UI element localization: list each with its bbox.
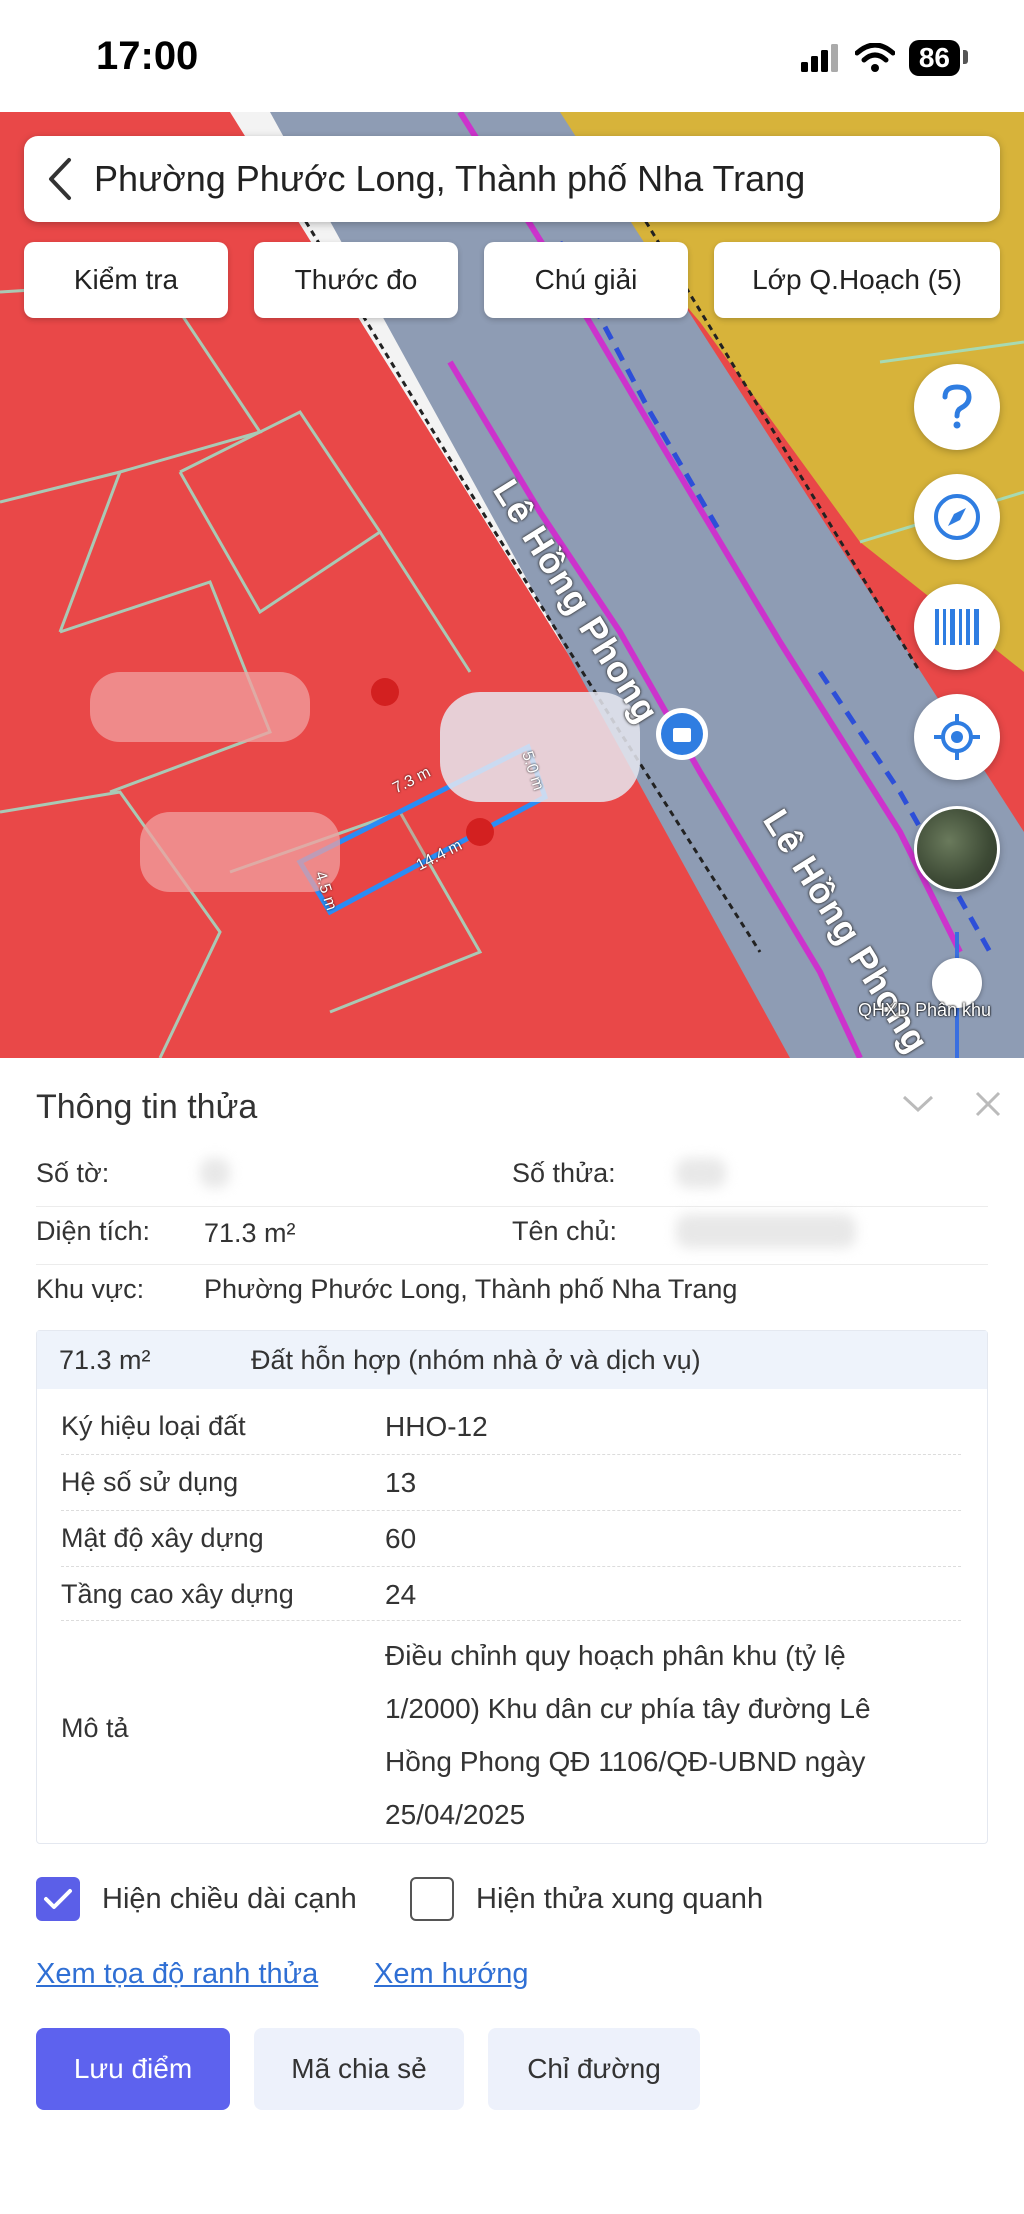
show-edges-checkbox[interactable]	[36, 1877, 80, 1921]
close-icon	[975, 1091, 1001, 1117]
compass-icon	[934, 494, 980, 540]
area-label: Diện tích:	[36, 1216, 151, 1246]
location-search-bar[interactable]: Phường Phước Long, Thành phố Nha Trang	[24, 136, 1000, 222]
row-value: 13	[385, 1467, 417, 1498]
save-point-button[interactable]: Lưu điểm	[36, 2028, 230, 2110]
area-value: 71.3 m²	[204, 1218, 296, 1248]
show-edges-option[interactable]: Hiện chiều dài cạnh	[36, 1874, 357, 1924]
signal-icon	[800, 44, 838, 72]
description-line: Hồng Phong QĐ 1106/QĐ-UBND ngày	[385, 1746, 866, 1777]
row-label: Mật độ xây dựng	[61, 1523, 264, 1553]
region-value: Phường Phước Long, Thành phố Nha Trang	[204, 1274, 738, 1304]
description-line: 25/04/2025	[385, 1799, 526, 1830]
question-icon	[942, 384, 972, 429]
view-boundary-coords-link[interactable]: Xem tọa độ ranh thửa	[36, 1958, 318, 1991]
land-use-table: 71.3 m² Đất hỗn hợp (nhóm nhà ở và dịch …	[36, 1330, 988, 1844]
compass-button[interactable]	[914, 474, 1000, 560]
description-value: Điều chỉnh quy hoạch phân khu (tỷ lệ 1/2…	[385, 1629, 955, 1841]
description-line: 1/2000) Khu dân cư phía tây đường Lê	[385, 1693, 871, 1724]
row-label: Tầng cao xây dựng	[61, 1579, 294, 1609]
table-row: Mật độ xây dựng 60	[61, 1511, 961, 1567]
parcel-info-panel: Thông tin thửa Số tờ: Số thửa: Diện tích…	[0, 1058, 1024, 2214]
show-neighbors-label: Hiện thửa xung quanh	[476, 1882, 764, 1915]
ruler-button[interactable]: Thước đo	[254, 242, 458, 318]
table-row: Mô tả Điều chỉnh quy hoạch phân khu (tỷ …	[61, 1621, 961, 1841]
sheet-number-value-redacted	[200, 1158, 230, 1188]
my-location-button[interactable]	[914, 694, 1000, 780]
wifi-icon	[854, 43, 895, 72]
description-line: Điều chỉnh quy hoạch phân khu (tỷ lệ	[385, 1640, 846, 1671]
land-type: Đất hỗn hợp (nhóm nhà ở và dịch vụ)	[251, 1345, 701, 1375]
share-code-button[interactable]: Mã chia sẻ	[254, 2028, 464, 2110]
parcel-number-value-redacted	[676, 1158, 726, 1188]
directions-button[interactable]: Chỉ đường	[488, 2028, 700, 2110]
divider	[36, 1206, 988, 1207]
crosshair-icon	[934, 714, 980, 760]
battery-indicator: 86	[908, 40, 969, 76]
legend-button[interactable]: Chú giải	[484, 242, 688, 318]
map-view[interactable]: Lê Hồng Phong Lê Hồng Phong 7.3 m 5.0 m …	[0, 112, 1024, 1058]
row-value: 24	[385, 1579, 417, 1610]
divider	[36, 1264, 988, 1265]
layer-slider-label: QHXD Phân khu	[858, 1000, 992, 1020]
location-title: Phường Phước Long, Thành phố Nha Trang	[94, 158, 806, 199]
show-neighbors-checkbox[interactable]	[410, 1877, 454, 1921]
status-icons: 86	[800, 40, 969, 76]
back-icon[interactable]	[24, 136, 94, 222]
sheet-number-label: Số tờ:	[36, 1158, 110, 1188]
close-button[interactable]	[966, 1082, 1010, 1126]
owner-value-redacted	[676, 1214, 856, 1248]
land-use-header: 71.3 m² Đất hỗn hợp (nhóm nhà ở và dịch …	[37, 1331, 987, 1389]
help-button[interactable]	[914, 364, 1000, 450]
land-area: 71.3 m²	[59, 1345, 151, 1375]
barcode-icon	[935, 609, 979, 645]
row-value: 60	[385, 1523, 417, 1554]
description-label: Mô tả	[61, 1713, 129, 1743]
panel-title: Thông tin thửa	[36, 1088, 258, 1126]
map-toolbar: Kiểm tra Thước đo Chú giải Lớp Q.Hoạch (…	[24, 242, 1000, 318]
table-row: Tầng cao xây dựng 24	[61, 1567, 961, 1621]
row-value: HHO-12	[385, 1411, 488, 1442]
owner-label: Tên chủ:	[512, 1216, 618, 1246]
row-label: Hệ số sử dụng	[61, 1467, 239, 1497]
barcode-button[interactable]	[914, 584, 1000, 670]
parcel-number-label: Số thửa:	[512, 1158, 616, 1188]
row-label: Ký hiệu loại đất	[61, 1411, 246, 1441]
planning-layers-button[interactable]: Lớp Q.Hoạch (5)	[714, 242, 1000, 318]
status-bar: 17:00 86	[0, 0, 1024, 112]
region-label: Khu vực:	[36, 1274, 145, 1304]
status-time: 17:00	[96, 34, 199, 78]
satellite-layer-toggle[interactable]	[914, 806, 1000, 892]
table-row: Ký hiệu loại đất HHO-12	[61, 1401, 961, 1455]
show-neighbors-option[interactable]: Hiện thửa xung quanh	[410, 1874, 763, 1924]
chevron-down-icon	[902, 1095, 934, 1113]
view-direction-link[interactable]: Xem hướng	[374, 1958, 529, 1991]
checkmark-icon	[44, 1889, 72, 1909]
check-button[interactable]: Kiểm tra	[24, 242, 228, 318]
show-edges-label: Hiện chiều dài cạnh	[102, 1882, 357, 1915]
table-row: Hệ số sử dụng 13	[61, 1455, 961, 1511]
collapse-button[interactable]	[896, 1082, 940, 1126]
